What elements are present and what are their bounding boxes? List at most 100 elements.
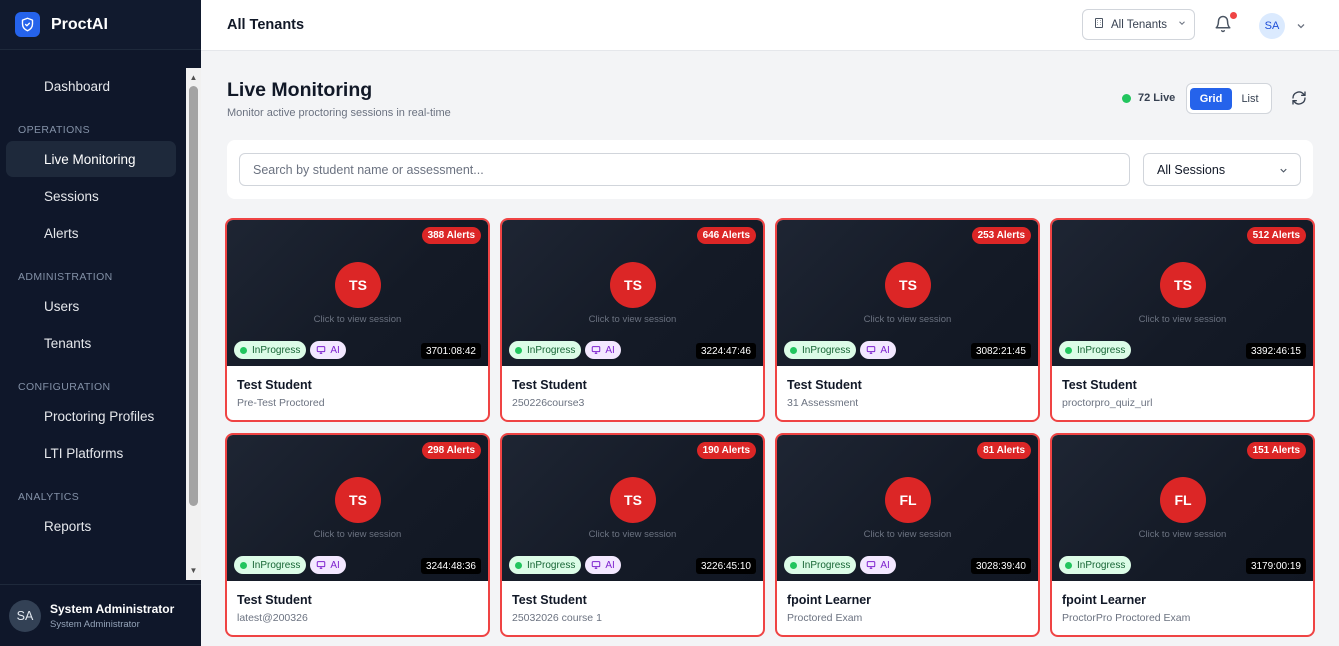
session-card[interactable]: 190 Alerts TS Click to view session InProgr… — [500, 433, 765, 637]
session-video-preview[interactable]: 81 Alerts FL Click to view session InProgre… — [777, 435, 1038, 581]
nav-section-operations: OPERATIONS — [18, 123, 91, 136]
click-to-view-hint: Click to view session — [1138, 529, 1227, 540]
session-badges: InProgress AI — [784, 341, 896, 359]
session-card[interactable]: 512 Alerts TS Click to view session InProgr… — [1050, 218, 1315, 422]
sidebar-item-lti-platforms[interactable]: LTI Platforms — [6, 435, 176, 471]
session-video-preview[interactable]: 151 Alerts FL Click to view session InProgr… — [1052, 435, 1313, 581]
search-input[interactable] — [239, 153, 1130, 186]
alert-count-badge: 151 Alerts — [1246, 442, 1306, 459]
sidebar-nav: Dashboard OPERATIONS Live Monitoring Sessio… — [0, 68, 186, 580]
avatar: SA — [9, 599, 41, 632]
sidebar-item-sessions[interactable]: Sessions — [6, 178, 176, 214]
status-label: InProgress — [527, 559, 576, 571]
session-badges: InProgress — [1059, 341, 1132, 359]
alert-count-badge: 81 Alerts — [977, 442, 1031, 459]
ai-badge: AI — [310, 556, 346, 574]
session-badges: InProgress AI — [509, 556, 621, 574]
student-initials-avatar: TS — [335, 477, 381, 523]
user-avatar[interactable]: SA — [1259, 13, 1285, 39]
sidebar-item-live-monitoring[interactable]: Live Monitoring — [6, 141, 176, 177]
session-filter-select[interactable]: All Sessions — [1143, 153, 1301, 186]
sidebar-item-dashboard[interactable]: Dashboard — [6, 68, 176, 104]
monitor-icon — [317, 346, 326, 354]
assessment-name: Proctored Exam — [787, 612, 863, 624]
topbar: All Tenants All Tenants SA — [201, 0, 1339, 51]
session-video-preview[interactable]: 512 Alerts TS Click to view session InProgr… — [1052, 220, 1313, 366]
monitor-icon — [592, 346, 601, 354]
grid-view-button[interactable]: Grid — [1190, 87, 1232, 110]
status-dot-icon — [515, 346, 522, 354]
session-video-preview[interactable]: 253 Alerts TS Click to view session InProgr… — [777, 220, 1038, 366]
sidebar: ProctAI Dashboard OPERATIONS Live Monitori… — [0, 0, 201, 646]
ai-label: AI — [880, 559, 890, 571]
nav-section-administration: ADMINISTRATION — [18, 270, 113, 283]
alert-count-badge: 646 Alerts — [696, 227, 756, 244]
session-video-preview[interactable]: 388 Alerts TS Click to view session InProgr… — [227, 220, 488, 366]
alert-count-badge: 298 Alerts — [421, 442, 481, 459]
scroll-down-icon[interactable]: ▼ — [186, 563, 201, 578]
live-dot-icon — [1122, 93, 1131, 103]
list-view-button[interactable]: List — [1232, 88, 1268, 110]
sidebar-item-tenants[interactable]: Tenants — [6, 325, 176, 361]
session-grid: 388 Alerts TS Click to view session InProgr… — [225, 218, 1315, 637]
page-subtitle: Monitor active proctoring sessions in re… — [227, 107, 451, 119]
status-dot-icon — [240, 346, 247, 354]
chevron-down-icon — [1278, 165, 1289, 179]
session-card[interactable]: 253 Alerts TS Click to view session InProgr… — [775, 218, 1040, 422]
chevron-down-icon — [1177, 18, 1187, 31]
session-video-preview[interactable]: 190 Alerts TS Click to view session InProgr… — [502, 435, 763, 581]
scroll-up-icon[interactable]: ▲ — [186, 70, 201, 85]
status-badge: InProgress — [509, 556, 582, 574]
ai-label: AI — [330, 559, 340, 571]
live-count-label: 72 Live — [1138, 92, 1176, 104]
sidebar-item-users[interactable]: Users — [6, 288, 176, 324]
ai-badge: AI — [860, 556, 896, 574]
ai-label: AI — [330, 344, 340, 356]
alert-count-badge: 190 Alerts — [696, 442, 756, 459]
session-video-preview[interactable]: 298 Alerts TS Click to view session InProgr… — [227, 435, 488, 581]
monitor-icon — [592, 561, 601, 569]
session-card[interactable]: 81 Alerts FL Click to view session InProgre… — [775, 433, 1040, 637]
sidebar-item-proctoring-profiles[interactable]: Proctoring Profiles — [6, 398, 176, 434]
assessment-name: proctorpro_quiz_url — [1062, 397, 1153, 409]
status-badge: InProgress — [1059, 341, 1132, 359]
session-card[interactable]: 646 Alerts TS Click to view session InProgr… — [500, 218, 765, 422]
session-card[interactable]: 388 Alerts TS Click to view session InProgr… — [225, 218, 490, 422]
assessment-name: ProctorPro Proctored Exam — [1062, 612, 1191, 624]
student-initials-avatar: TS — [885, 262, 931, 308]
ai-badge: AI — [585, 556, 621, 574]
status-label: InProgress — [802, 344, 851, 356]
status-label: InProgress — [1077, 559, 1126, 571]
user-profile[interactable]: SA System Administrator System Administr… — [0, 584, 201, 646]
tenant-select-value: All Tenants — [1111, 18, 1168, 31]
scroll-thumb[interactable] — [189, 86, 198, 506]
status-label: InProgress — [1077, 344, 1126, 356]
ai-label: AI — [605, 559, 615, 571]
click-to-view-hint: Click to view session — [1138, 314, 1227, 325]
sidebar-item-alerts[interactable]: Alerts — [6, 215, 176, 251]
student-name: fpoint Learner — [787, 593, 872, 607]
assessment-name: 25032026 course 1 — [512, 612, 602, 624]
session-timer: 3392:46:15 — [1245, 343, 1306, 359]
filter-panel: All Sessions — [227, 140, 1313, 199]
sidebar-scrollbar[interactable]: ▲ ▼ — [186, 68, 201, 580]
sidebar-item-reports[interactable]: Reports — [6, 508, 176, 544]
session-card[interactable]: 298 Alerts TS Click to view session InProgr… — [225, 433, 490, 637]
brand[interactable]: ProctAI — [0, 0, 201, 50]
session-timer: 3701:08:42 — [420, 343, 481, 359]
brand-name: ProctAI — [51, 15, 108, 33]
assessment-name: 31 Assessment — [787, 397, 859, 409]
chevron-down-icon[interactable] — [1295, 19, 1307, 37]
click-to-view-hint: Click to view session — [313, 529, 402, 540]
bell-icon[interactable] — [1214, 15, 1232, 38]
session-card[interactable]: 151 Alerts FL Click to view session InProgr… — [1050, 433, 1315, 637]
tenant-select[interactable]: All Tenants — [1082, 9, 1195, 40]
ai-badge: AI — [860, 341, 896, 359]
session-badges: InProgress AI — [234, 556, 346, 574]
click-to-view-hint: Click to view session — [313, 314, 402, 325]
refresh-icon[interactable] — [1291, 90, 1307, 111]
session-video-preview[interactable]: 646 Alerts TS Click to view session InProgr… — [502, 220, 763, 366]
session-timer: 3082:21:45 — [970, 343, 1031, 359]
nav-section-analytics: ANALYTICS — [18, 490, 80, 503]
alert-count-badge: 512 Alerts — [1246, 227, 1306, 244]
